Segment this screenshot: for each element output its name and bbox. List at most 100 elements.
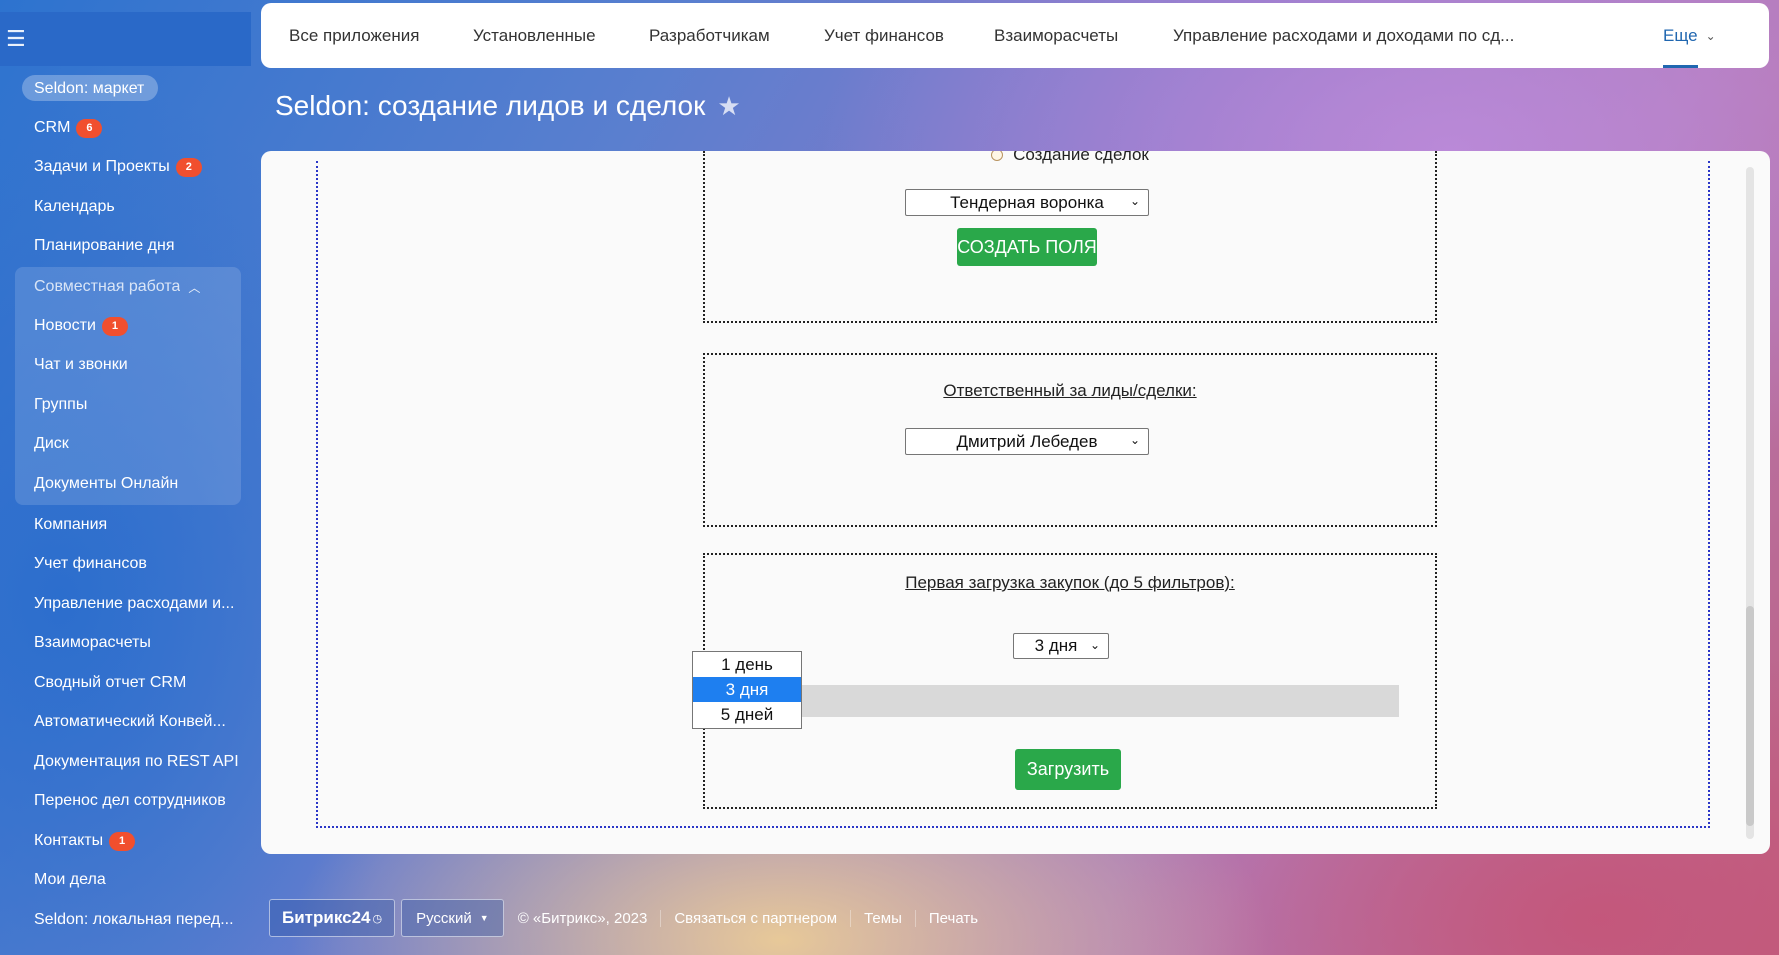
responsible-section: Ответственный за лиды/сделки: Дмитрий Ле… xyxy=(703,353,1437,527)
hamburger-icon: ☰ xyxy=(6,26,26,51)
load-button[interactable]: Загрузить xyxy=(1015,749,1121,790)
counter-badge: 6 xyxy=(76,118,103,138)
responsible-label: Ответственный за лиды/сделки: xyxy=(943,381,1197,400)
sidebar-item-tasks[interactable]: Задачи и Проекты 2 xyxy=(0,149,251,185)
contact-partner-link[interactable]: Связаться с партнером xyxy=(660,909,850,927)
sidebar-item-label: Автоматический Конвей... xyxy=(34,713,226,730)
period-option-5-days[interactable]: 5 дней xyxy=(693,702,801,727)
period-select-value: 3 дня xyxy=(1034,636,1078,655)
counter-badge: 2 xyxy=(175,157,202,177)
first-load-label: Первая загрузка закупок (до 5 фильтров): xyxy=(905,573,1235,592)
tab-settlements[interactable]: Взаиморасчеты xyxy=(994,3,1118,68)
footer: Битрикс24 ◷ Русский ▼ © «Битрикс», 2023 Св… xyxy=(269,899,991,937)
sidebar-item-label: Планирование дня xyxy=(34,237,175,254)
tab-more[interactable]: Еще ⌄ xyxy=(1663,3,1716,68)
responsible-select-value: Дмитрий Лебедев xyxy=(956,431,1098,451)
sidebar-item-expenses[interactable]: Управление расходами и... xyxy=(0,586,251,622)
sidebar-item-news[interactable]: Новости 1 xyxy=(0,308,251,344)
sidebar-item-crm-report[interactable]: Сводный отчет CRM xyxy=(0,665,251,701)
language-selector[interactable]: Русский ▼ xyxy=(401,899,504,937)
sidebar-item-auto-conveyor[interactable]: Автоматический Конвей... xyxy=(0,704,251,740)
sidebar-item-chat[interactable]: Чат и звонки xyxy=(0,347,251,383)
sidebar-item-seldon-local[interactable]: Seldon: локальная перед... xyxy=(0,902,251,938)
sidebar-item-settlements[interactable]: Взаиморасчеты xyxy=(0,625,251,661)
progress-bar xyxy=(741,685,1399,717)
scrollbar-thumb[interactable] xyxy=(1746,606,1754,826)
tab-developers[interactable]: Разработчикам xyxy=(649,3,770,68)
sidebar-item-label: Совместная работа xyxy=(34,278,181,295)
sidebar-item-label: Взаиморасчеты xyxy=(34,634,151,651)
create-deals-label: Создание сделок xyxy=(1013,151,1149,164)
responsible-select[interactable]: Дмитрий Лебедев ⌄ xyxy=(905,428,1149,455)
sidebar-item-transfer-tasks[interactable]: Перенос дел сотрудников xyxy=(0,783,251,819)
sidebar-group-collaboration[interactable]: Совместная работа ︿ xyxy=(0,269,251,305)
chevron-down-icon: ⌄ xyxy=(1129,194,1140,208)
sidebar-item-label: Документы Онлайн xyxy=(34,475,179,492)
sidebar-item-label: Контакты xyxy=(34,832,104,849)
sidebar-item-day-planning[interactable]: Планирование дня xyxy=(0,228,251,264)
page-title: Seldon: создание лидов и сделок xyxy=(275,90,706,121)
sidebar-item-calendar[interactable]: Календарь xyxy=(0,189,251,225)
app-frame: Создание сделок Тендерная воронка ⌄ СОЗД… xyxy=(316,151,1710,828)
sidebar-item-label: Диск xyxy=(34,435,69,452)
menu-toggle-button[interactable]: ☰ xyxy=(0,12,251,66)
sidebar-item-label: Мои дела xyxy=(34,871,106,888)
sidebar-item-label: Перенос дел сотрудников xyxy=(34,792,226,809)
sidebar-item-my-tasks[interactable]: Мои дела xyxy=(0,862,251,898)
language-label: Русский xyxy=(416,909,472,927)
sidebar-item-label: Документация по REST API xyxy=(34,753,239,770)
create-fields-button[interactable]: СОЗДАТЬ ПОЛЯ xyxy=(957,228,1097,266)
copyright-text: © «Битрикс», 2023 xyxy=(517,909,648,927)
period-dropdown-list: 1 день 3 дня 5 дней xyxy=(692,651,802,729)
tab-installed[interactable]: Установленные xyxy=(473,3,596,68)
sidebar-item-rest-api-docs[interactable]: Документация по REST API xyxy=(0,744,251,780)
page-title-row: Seldon: создание лидов и сделок ★ xyxy=(275,90,741,122)
star-icon[interactable]: ★ xyxy=(717,91,740,122)
sidebar-item-label: Группы xyxy=(34,396,88,413)
sidebar-item-label: Задачи и Проекты xyxy=(34,158,170,175)
sidebar-item-label: Управление расходами и... xyxy=(34,595,235,612)
sidebar-item-disk[interactable]: Диск xyxy=(0,426,251,462)
create-deals-option[interactable]: Создание сделок xyxy=(705,151,1435,165)
caret-down-icon: ▼ xyxy=(479,913,489,923)
pipeline-select[interactable]: Тендерная воронка ⌄ xyxy=(905,189,1149,216)
sidebar-item-finance[interactable]: Учет финансов xyxy=(0,546,251,582)
period-select[interactable]: 3 дня ⌄ xyxy=(1013,633,1109,659)
sidebar-item-docs-online[interactable]: Документы Онлайн xyxy=(0,466,251,502)
logo-text: Битрикс24 xyxy=(282,908,371,927)
themes-link[interactable]: Темы xyxy=(850,909,915,927)
sidebar-item-groups[interactable]: Группы xyxy=(0,387,251,423)
tab-expense-management[interactable]: Управление расходами и доходами по сд... xyxy=(1173,3,1514,68)
sidebar-item-label: Сводный отчет CRM xyxy=(34,674,187,691)
print-link[interactable]: Печать xyxy=(914,909,991,927)
first-load-section: Первая загрузка закупок (до 5 фильтров):… xyxy=(703,553,1437,809)
deal-creation-section: Создание сделок Тендерная воронка ⌄ СОЗД… xyxy=(703,151,1437,323)
chevron-down-icon: ⌄ xyxy=(1129,433,1140,447)
clock-icon: ◷ xyxy=(372,912,383,925)
chevron-down-icon: ⌄ xyxy=(1089,638,1100,652)
chevron-up-icon: ︿ xyxy=(188,280,201,295)
sidebar-item-label: Компания xyxy=(34,516,108,533)
period-option-1-day[interactable]: 1 день xyxy=(693,652,801,677)
app-content-card: Создание сделок Тендерная воронка ⌄ СОЗД… xyxy=(261,151,1770,854)
pipeline-select-value: Тендерная воронка xyxy=(950,192,1104,212)
sidebar-item-label: Seldon: локальная перед... xyxy=(34,911,234,928)
sidebar-item-seldon-market[interactable]: Seldon: маркет xyxy=(0,71,251,107)
more-label: Еще xyxy=(1663,25,1698,45)
tab-all-apps[interactable]: Все приложения xyxy=(289,3,419,68)
bitrix24-logo[interactable]: Битрикс24 ◷ xyxy=(269,899,396,937)
counter-badge: 1 xyxy=(101,316,128,336)
sidebar-item-contacts[interactable]: Контакты 1 xyxy=(0,823,251,859)
chevron-down-icon: ⌄ xyxy=(1705,28,1716,43)
sidebar-item-label: Seldon: маркет xyxy=(34,80,145,97)
counter-badge: 1 xyxy=(109,831,136,851)
sidebar-item-label: Календарь xyxy=(34,198,115,215)
sidebar-item-crm[interactable]: CRM 6 xyxy=(0,110,251,146)
sidebar-item-label: Учет финансов xyxy=(34,555,147,572)
sidebar-item-company[interactable]: Компания xyxy=(0,507,251,543)
tab-finance[interactable]: Учет финансов xyxy=(824,3,944,68)
sidebar-item-label: Чат и звонки xyxy=(34,356,128,373)
sidebar-item-label: CRM xyxy=(34,119,71,136)
radio-icon[interactable] xyxy=(991,151,1004,161)
period-option-3-days[interactable]: 3 дня xyxy=(693,677,801,702)
